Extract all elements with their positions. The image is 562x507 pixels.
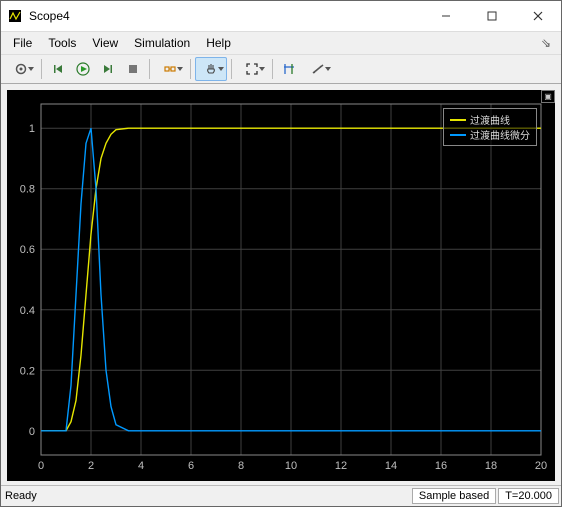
svg-text:0.8: 0.8: [20, 184, 35, 196]
step-back-button[interactable]: [46, 57, 70, 81]
minimize-button[interactable]: [423, 1, 469, 31]
maximize-button[interactable]: [469, 1, 515, 31]
legend[interactable]: 过渡曲线 过渡曲线微分: [443, 108, 537, 146]
svg-text:0.6: 0.6: [20, 244, 35, 256]
window-title: Scope4: [29, 9, 423, 23]
legend-label: 过渡曲线: [470, 112, 510, 127]
toolbar-separator: [41, 59, 42, 79]
svg-text:0: 0: [29, 426, 35, 438]
menu-view[interactable]: View: [84, 34, 126, 52]
menubar: File Tools View Simulation Help ⇘: [1, 32, 561, 54]
svg-text:20: 20: [535, 460, 547, 472]
svg-text:16: 16: [435, 460, 447, 472]
svg-text:0.4: 0.4: [20, 305, 35, 317]
app-icon: [7, 8, 23, 24]
chart: 0 2 4 6 8 10 12 14 16 18 20 0 0.2 0.4 0.6 0.8 1: [7, 90, 555, 481]
close-button[interactable]: [515, 1, 561, 31]
svg-text:18: 18: [485, 460, 497, 472]
svg-text:10: 10: [285, 460, 297, 472]
run-button[interactable]: [71, 57, 95, 81]
scope-canvas[interactable]: ▣ 0 2 4 6 8 10 12 14 16 18 20 0 0.2 0.4 0.6 0.8 1 过渡曲线 过…: [7, 90, 555, 481]
stop-button[interactable]: [121, 57, 145, 81]
cursor-measure-button[interactable]: [277, 57, 301, 81]
legend-swatch: [450, 119, 466, 121]
maximize-axes-icon[interactable]: ▣: [541, 90, 555, 103]
svg-text:12: 12: [335, 460, 347, 472]
svg-text:0.2: 0.2: [20, 365, 35, 377]
app-window: Scope4 File Tools View Simulation Help ⇘…: [0, 0, 562, 507]
svg-text:1: 1: [29, 123, 35, 135]
toolbar-separator: [231, 59, 232, 79]
zoom-extents-button[interactable]: [236, 57, 268, 81]
status-ready: Ready: [1, 490, 412, 502]
svg-text:8: 8: [238, 460, 244, 472]
svg-text:2: 2: [88, 460, 94, 472]
svg-text:6: 6: [188, 460, 194, 472]
toolbar-separator: [149, 59, 150, 79]
menu-simulation[interactable]: Simulation: [126, 34, 198, 52]
legend-label: 过渡曲线微分: [470, 127, 530, 142]
plot-area: ▣ 0 2 4 6 8 10 12 14 16 18 20 0 0.2 0.4 0.6 0.8 1 过渡曲线 过…: [1, 84, 561, 485]
menu-help[interactable]: Help: [198, 34, 239, 52]
svg-text:4: 4: [138, 460, 144, 472]
legend-item: 过渡曲线: [450, 112, 530, 127]
toolbar-separator: [190, 59, 191, 79]
triggers-button[interactable]: [154, 57, 186, 81]
step-forward-button[interactable]: [96, 57, 120, 81]
menu-tools[interactable]: Tools: [40, 34, 84, 52]
status-mode: Sample based: [412, 488, 496, 504]
settings-button[interactable]: [5, 57, 37, 81]
statusbar: Ready Sample based T=20.000: [1, 485, 561, 506]
toolbar-separator: [272, 59, 273, 79]
legend-swatch: [450, 134, 466, 136]
svg-text:0: 0: [38, 460, 44, 472]
legend-item: 过渡曲线微分: [450, 127, 530, 142]
menu-file[interactable]: File: [5, 34, 40, 52]
toolbar: [1, 54, 561, 84]
status-time: T=20.000: [498, 488, 559, 504]
svg-text:14: 14: [385, 460, 397, 472]
menu-overflow-icon[interactable]: ⇘: [535, 34, 557, 52]
titlebar: Scope4: [1, 1, 561, 32]
pan-button[interactable]: [195, 57, 227, 81]
measurements-button[interactable]: [302, 57, 334, 81]
